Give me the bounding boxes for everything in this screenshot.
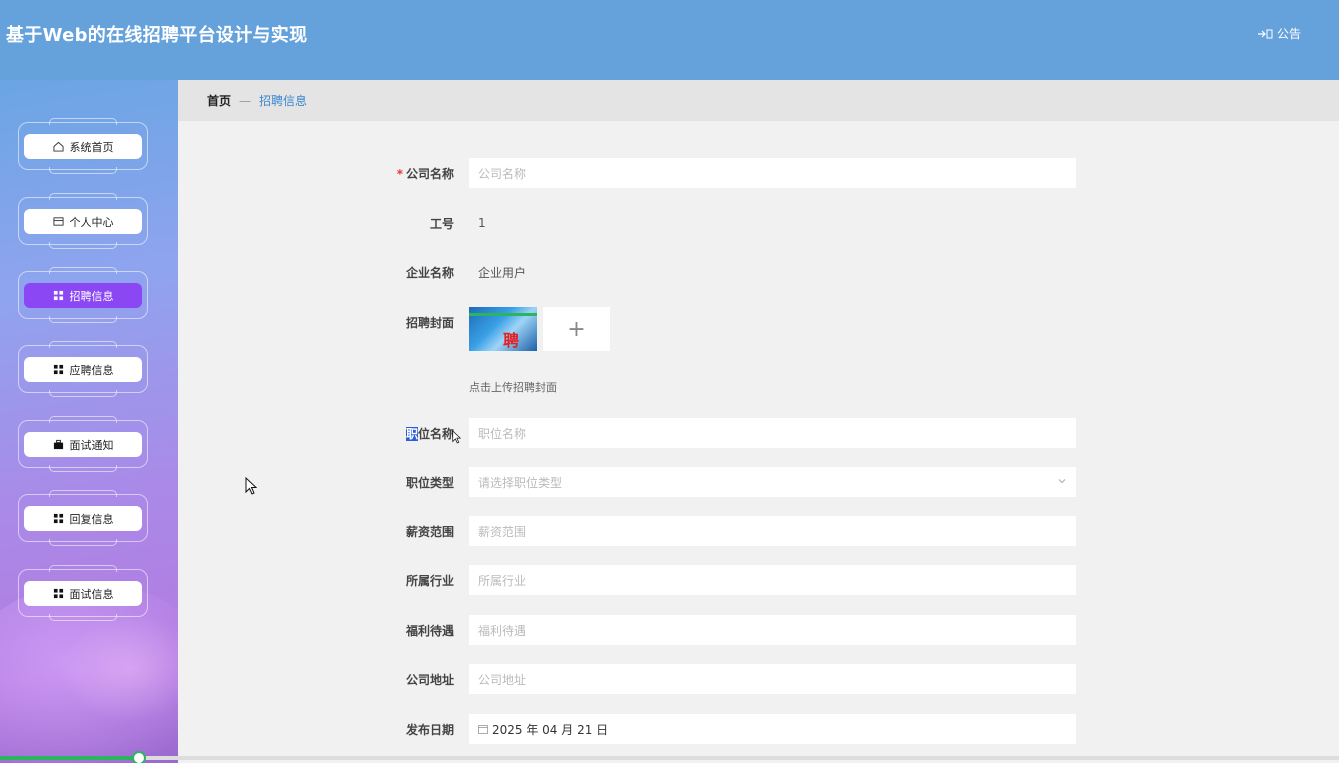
cover-image-band <box>469 313 537 316</box>
company-name-input[interactable]: 公司名称 <box>469 158 1076 188</box>
top-header: 基于Web的在线招聘平台设计与实现 公告 <box>0 0 1339 80</box>
enterprise-name-label: 企业名称 <box>405 265 454 280</box>
scroll-progress[interactable] <box>0 751 1339 763</box>
salary-range-input[interactable]: 薪资范围 <box>469 516 1076 546</box>
cover-image[interactable]: 聘 <box>469 307 537 351</box>
sidebar-item-label: 回复信息 <box>69 512 114 526</box>
company-address-input[interactable]: 公司地址 <box>469 664 1076 694</box>
mouse-cursor-icon <box>245 477 257 495</box>
grid-icon <box>53 364 63 375</box>
cover-label: 招聘封面 <box>405 315 454 330</box>
publish-date-text: 2025 年 04 月 21 日 <box>492 722 609 737</box>
position-type-placeholder: 请选择职位类型 <box>478 475 563 490</box>
company-address-label: 公司地址 <box>405 672 454 687</box>
chevron-down-icon <box>1058 479 1066 484</box>
form-row-publish-date: 发布日期 2025 年 04 月 21 日 <box>380 714 1080 744</box>
form-row-industry: 所属行业 所属行业 <box>380 565 1080 595</box>
grid-icon <box>53 290 63 301</box>
breadcrumb-separator: — <box>239 93 252 108</box>
app-title: 基于Web的在线招聘平台设计与实现 <box>6 25 308 46</box>
sidebar-item-label: 招聘信息 <box>69 289 114 303</box>
notice-link[interactable]: 公告 <box>1257 25 1301 42</box>
briefcase-icon <box>53 439 63 450</box>
form-row-company-name: * 公司名称 公司名称 <box>380 158 1080 188</box>
sidebar-button-profile[interactable]: 个人中心 <box>24 209 142 234</box>
sidebar-button-replies[interactable]: 回复信息 <box>24 506 142 531</box>
form-row-salary-range: 薪资范围 薪资范围 <box>380 516 1080 546</box>
sidebar-button-home[interactable]: 系统首页 <box>24 134 142 159</box>
position-type-label: 职位类型 <box>405 475 454 490</box>
form-row-employee-id: 工号 1 <box>380 208 1080 238</box>
position-type-select[interactable]: 请选择职位类型 <box>469 467 1076 497</box>
benefits-label: 福利待遇 <box>405 623 454 638</box>
sidebar-item-replies[interactable]: 回复信息 <box>18 490 148 546</box>
publish-date-input[interactable]: 2025 年 04 月 21 日 <box>469 714 1076 744</box>
upload-hint: 点击上传招聘封面 <box>469 381 557 394</box>
sidebar-button-interview-notice[interactable]: 面试通知 <box>24 432 142 457</box>
logout-icon <box>1257 29 1273 38</box>
scroll-progress-fill <box>0 756 140 760</box>
breadcrumb-current: 招聘信息 <box>259 94 308 108</box>
sidebar-button-applications[interactable]: 应聘信息 <box>24 357 142 382</box>
employee-id-label: 工号 <box>429 216 454 231</box>
sidebar-item-label: 面试通知 <box>69 438 114 452</box>
upload-button[interactable]: + <box>543 307 610 351</box>
position-name-input[interactable]: 职位名称 <box>469 418 1076 448</box>
benefits-input[interactable]: 福利待遇 <box>469 615 1076 645</box>
enterprise-name-value: 企业用户 <box>478 265 527 280</box>
calendar-icon <box>478 725 488 734</box>
notice-label: 公告 <box>1276 27 1301 41</box>
sidebar-item-label: 个人中心 <box>69 215 114 229</box>
sidebar-button-recruitment[interactable]: 招聘信息 <box>24 283 142 308</box>
sidebar-item-label: 面试信息 <box>69 587 114 601</box>
industry-label: 所属行业 <box>405 573 454 588</box>
sidebar-item-interview-notice[interactable]: 面试通知 <box>18 416 148 472</box>
sidebar-button-interviews[interactable]: 面试信息 <box>24 581 142 606</box>
sidebar-item-profile[interactable]: 个人中心 <box>18 193 148 249</box>
grid-icon <box>53 588 63 599</box>
form-row-company-address: 公司地址 公司地址 <box>380 664 1080 694</box>
publish-date-label: 发布日期 <box>405 722 454 737</box>
employee-id-value: 1 <box>478 216 486 230</box>
selected-text: 职 <box>405 426 418 441</box>
breadcrumb: 首页 — 招聘信息 <box>178 80 1339 121</box>
form-row-enterprise-name: 企业名称 企业用户 <box>380 257 1080 287</box>
breadcrumb-home[interactable]: 首页 <box>207 92 231 109</box>
sidebar-item-applications[interactable]: 应聘信息 <box>18 341 148 397</box>
publish-date-value: 2025 年 04 月 21 日 <box>478 721 608 738</box>
sidebar-item-recruitment[interactable]: 招聘信息 <box>18 267 148 323</box>
required-mark: * <box>396 166 403 181</box>
form-row-position-name: 职位名称 职位名称 <box>380 418 1080 448</box>
plus-icon: + <box>567 316 586 342</box>
sidebar-item-label: 应聘信息 <box>69 363 114 377</box>
form-row-position-type: 职位类型 请选择职位类型 <box>380 467 1080 497</box>
company-name-label: * 公司名称 <box>396 166 454 181</box>
sidebar-item-home[interactable]: 系统首页 <box>18 118 148 174</box>
salary-range-label: 薪资范围 <box>405 524 454 539</box>
wallet-icon <box>52 217 64 226</box>
home-icon <box>52 141 64 152</box>
form-row-benefits: 福利待遇 福利待遇 <box>380 615 1080 645</box>
sidebar-item-label: 系统首页 <box>69 140 114 154</box>
mouse-cursor-icon-secondary <box>452 430 461 444</box>
cover-image-text: 聘 <box>503 331 520 350</box>
position-name-label: 职位名称 <box>405 426 454 441</box>
sidebar-item-interviews[interactable]: 面试信息 <box>18 565 148 621</box>
scroll-progress-knob[interactable] <box>132 751 146 763</box>
grid-icon <box>53 513 63 524</box>
industry-input[interactable]: 所属行业 <box>469 565 1076 595</box>
